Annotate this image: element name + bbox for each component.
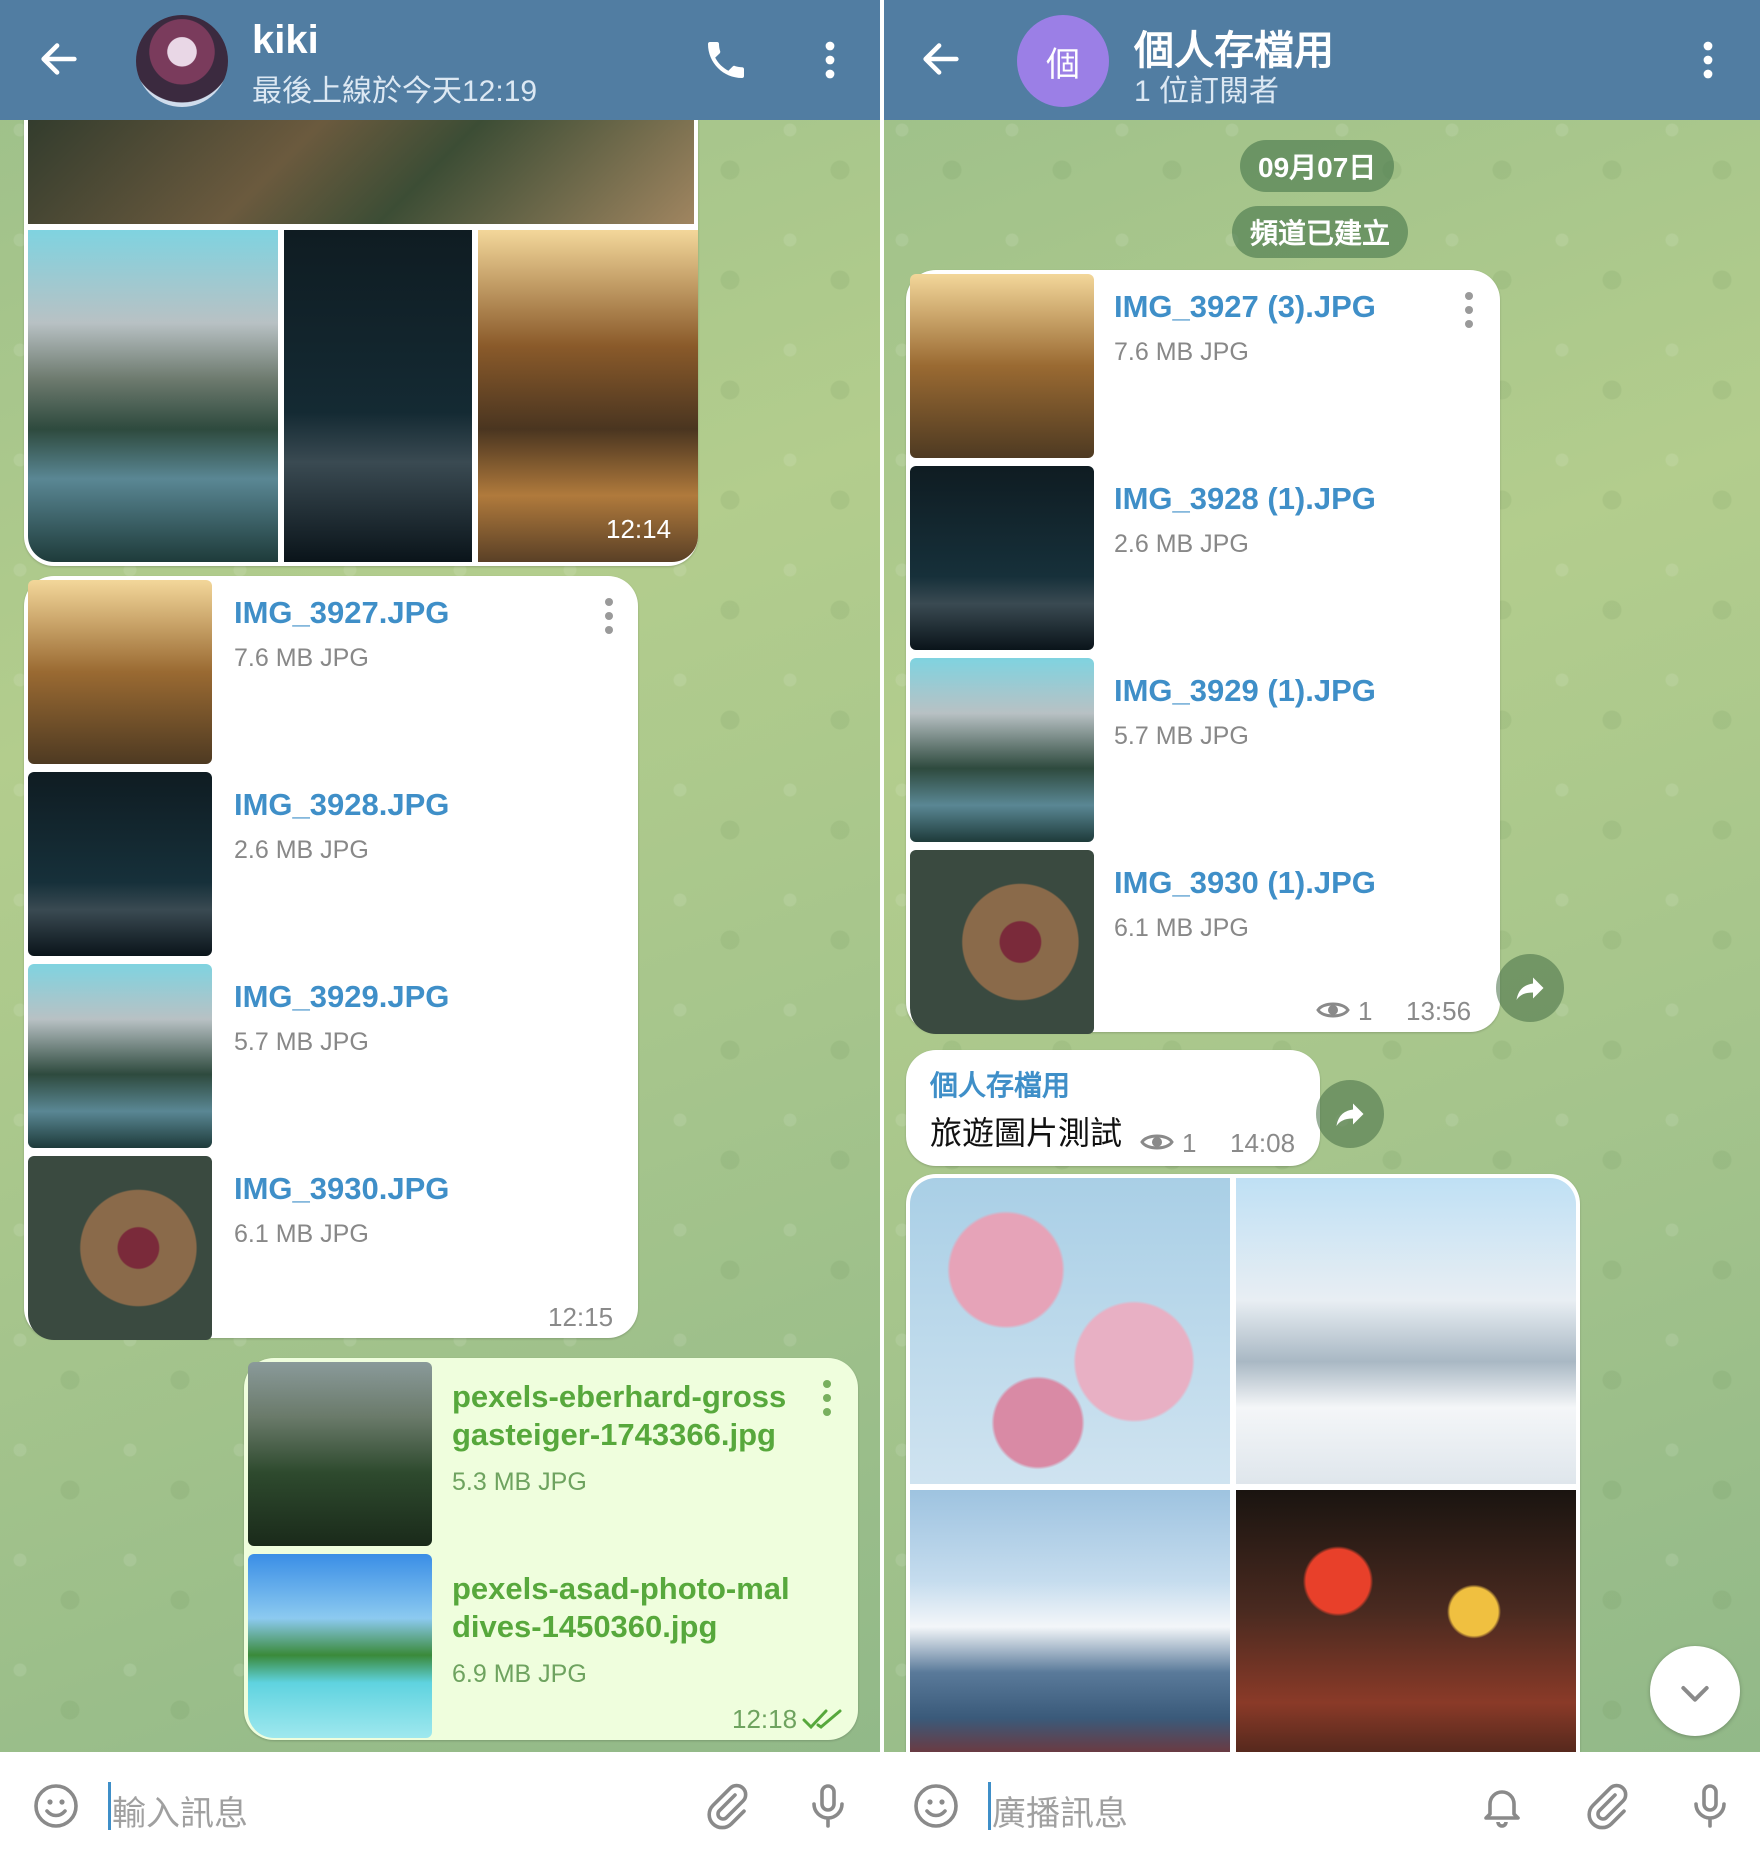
file-name-line2[interactable]: dives-1450360.jpg (452, 1608, 717, 1646)
view-count: 1 (1182, 1128, 1197, 1158)
forward-button[interactable] (1316, 1080, 1384, 1148)
message-time: 12:15 (548, 1302, 614, 1332)
text-caret (108, 1782, 111, 1830)
bell-icon[interactable] (1478, 1782, 1526, 1830)
message-text: 旅遊圖片測試 (930, 1115, 1123, 1151)
file-thumbnail[interactable] (248, 1554, 432, 1738)
file-thumbnail[interactable] (28, 580, 212, 764)
more-options-icon[interactable] (822, 1378, 832, 1418)
file-size: 7.6 MB JPG (234, 644, 369, 672)
forward-button[interactable] (1496, 954, 1564, 1022)
microphone-icon[interactable] (804, 1782, 852, 1830)
pane-divider (880, 0, 884, 1860)
file-name[interactable]: IMG_3928.JPG (234, 786, 449, 824)
file-name[interactable]: IMG_3929 (1).JPG (1114, 672, 1376, 710)
chat-pane-channel: 個 個人存檔用 1 位訂閱者 09月07日 頻道已建立 IMG_3927 (3)… (882, 0, 1760, 1860)
channel-avatar[interactable]: 個 (1017, 15, 1109, 107)
file-thumbnail[interactable] (910, 850, 1094, 1034)
file-group-message: IMG_3927 (3).JPG 7.6 MB JPG IMG_3928 (1)… (906, 270, 1500, 1034)
view-count: 1 (1358, 996, 1373, 1026)
more-options-icon[interactable] (604, 596, 614, 636)
microphone-icon[interactable] (1686, 1782, 1734, 1830)
message-time: 13:56 (1406, 996, 1472, 1026)
file-name[interactable]: IMG_3930.JPG (234, 1170, 449, 1208)
file-name[interactable]: IMG_3930 (1).JPG (1114, 864, 1376, 902)
forward-icon (1336, 1103, 1364, 1126)
file-size: 5.7 MB JPG (1114, 722, 1249, 750)
file-size: 2.6 MB JPG (234, 836, 369, 864)
attach-icon[interactable] (1582, 1782, 1630, 1830)
file-name[interactable]: IMG_3928 (1).JPG (1114, 480, 1376, 518)
message-input-bar: 輸入訊息 (0, 1752, 882, 1860)
photo-city-night[interactable] (284, 230, 472, 562)
photo-album-message (906, 1174, 1580, 1794)
file-size: 5.3 MB JPG (452, 1468, 587, 1496)
photo-mountain-lake[interactable] (28, 230, 278, 562)
screen: kiki 最後上線於今天12:19 12:14 IMG_3927.JPG 7.6… (0, 0, 1760, 1860)
file-size: 2.6 MB JPG (1114, 530, 1249, 558)
message-time: 12:14 (606, 514, 672, 544)
file-thumbnail[interactable] (28, 1156, 212, 1340)
file-name[interactable]: IMG_3929.JPG (234, 978, 449, 1016)
photo-cherry-blossom[interactable] (910, 1178, 1230, 1484)
message-input[interactable]: 輸入訊息 (112, 1786, 248, 1835)
date-pill: 09月07日 (1240, 140, 1395, 192)
views-eye-icon (1316, 1002, 1350, 1018)
contact-name[interactable]: kiki (252, 18, 319, 63)
double-check-icon (802, 1709, 842, 1730)
photo-album-message: 12:14 (24, 100, 698, 566)
emoji-icon[interactable] (912, 1782, 960, 1830)
views-eye-icon (1140, 1134, 1174, 1150)
message-time: 14:08 (1230, 1128, 1296, 1158)
file-thumbnail[interactable] (910, 466, 1094, 650)
channel-sender-name[interactable]: 個人存檔用 (930, 1064, 1070, 1104)
photo-forest-sunlight[interactable] (478, 230, 698, 562)
scroll-to-bottom-button[interactable] (1650, 1646, 1740, 1736)
file-thumbnail[interactable] (910, 274, 1094, 458)
message-time: 12:18 (732, 1704, 798, 1734)
file-group-message: IMG_3927.JPG 7.6 MB JPG IMG_3928.JPG 2.6… (24, 576, 638, 1340)
chevron-down-icon (1681, 1686, 1709, 1702)
file-thumbnail[interactable] (248, 1362, 432, 1546)
text-caret (988, 1782, 991, 1830)
emoji-icon[interactable] (32, 1782, 80, 1830)
broadcast-input-bar: 廣播訊息 (882, 1752, 1760, 1860)
channel-subscribers: 1 位訂閱者 (1134, 75, 1280, 108)
file-size: 6.9 MB JPG (452, 1660, 587, 1688)
file-thumbnail[interactable] (910, 658, 1094, 842)
chat-pane-kiki: kiki 最後上線於今天12:19 12:14 IMG_3927.JPG 7.6… (0, 0, 882, 1860)
file-thumbnail[interactable] (28, 964, 212, 1148)
file-name-line1[interactable]: pexels-asad-photo-mal (452, 1570, 790, 1608)
file-size: 5.7 MB JPG (234, 1028, 369, 1056)
more-menu-icon[interactable] (806, 36, 854, 84)
channel-header: 個 個人存檔用 1 位訂閱者 (882, 0, 1760, 120)
more-options-icon[interactable] (1464, 290, 1474, 330)
file-name[interactable]: IMG_3927 (3).JPG (1114, 288, 1376, 326)
attach-icon[interactable] (702, 1782, 750, 1830)
file-thumbnail[interactable] (28, 772, 212, 956)
back-arrow-icon[interactable] (918, 36, 964, 82)
broadcast-input[interactable]: 廣播訊息 (992, 1786, 1128, 1835)
forward-icon (1516, 977, 1544, 1000)
file-size: 7.6 MB JPG (1114, 338, 1249, 366)
contact-last-seen: 最後上線於今天12:19 (252, 75, 538, 108)
contact-avatar[interactable] (136, 15, 228, 107)
file-name[interactable]: IMG_3927.JPG (234, 594, 449, 632)
file-size: 6.1 MB JPG (234, 1220, 369, 1248)
channel-text-message: 個人存檔用 旅遊圖片測試 1 14:08 (906, 1050, 1320, 1166)
more-menu-icon[interactable] (1684, 36, 1732, 84)
photo-osaka-street[interactable] (1236, 1490, 1576, 1794)
back-arrow-icon[interactable] (36, 36, 82, 82)
file-name-line1[interactable]: pexels-eberhard-gross (452, 1378, 786, 1416)
chat-header: kiki 最後上線於今天12:19 (0, 0, 882, 120)
service-message: 頻道已建立 (1232, 206, 1409, 258)
file-name-line2[interactable]: gasteiger-1743366.jpg (452, 1416, 776, 1454)
phone-call-icon[interactable] (702, 36, 750, 84)
photo-snow-forest[interactable] (1236, 1178, 1576, 1484)
outgoing-file-message: pexels-eberhard-gross gasteiger-1743366.… (244, 1358, 858, 1740)
file-size: 6.1 MB JPG (1114, 914, 1249, 942)
photo-mount-fuji[interactable] (910, 1490, 1230, 1794)
